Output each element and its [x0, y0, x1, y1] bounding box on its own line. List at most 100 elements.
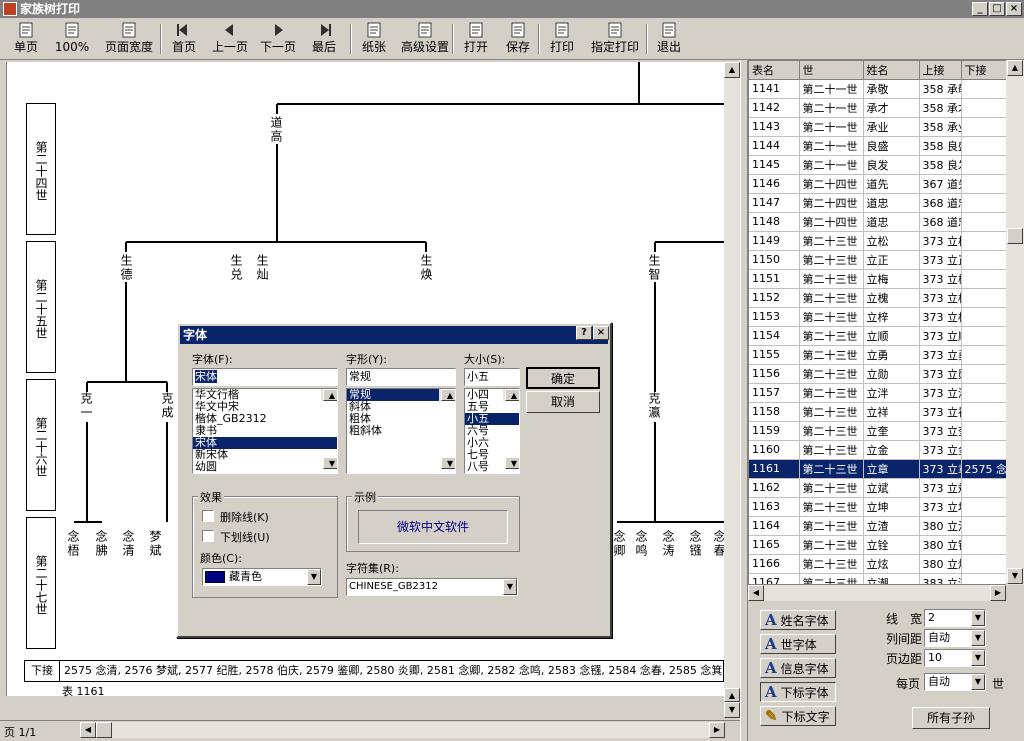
scroll-right-icon[interactable]: ▶ — [709, 722, 725, 738]
table-cell[interactable]: 立梅 — [863, 269, 920, 289]
table-cell[interactable]: 立勇 — [863, 345, 920, 365]
table-cell[interactable]: 立勋 — [863, 364, 920, 384]
table-cell[interactable]: 1145 — [749, 155, 800, 175]
table-row[interactable]: 1145第二十一世良发358 良发 — [749, 155, 1008, 175]
table-cell[interactable]: 1163 — [749, 497, 800, 517]
table-cell[interactable] — [961, 497, 1008, 517]
tree-node[interactable]: 念涛 — [661, 530, 675, 558]
table-cell[interactable] — [961, 478, 1008, 498]
scroll-thumb[interactable] — [1007, 228, 1023, 244]
table-row[interactable]: 1142第二十一世承才358 承才 — [749, 98, 1008, 118]
table-row[interactable]: 1150第二十三世立正373 立正 — [749, 250, 1008, 270]
table-row[interactable]: 1144第二十一世良盛358 良盛 — [749, 136, 1008, 156]
scroll-up-icon[interactable]: ▲ — [724, 688, 740, 702]
table-cell[interactable]: 358 承敬 — [919, 79, 962, 99]
name-font-button[interactable]: A 姓名字体 — [760, 610, 836, 630]
table-cell[interactable]: 1152 — [749, 288, 800, 308]
column-header[interactable]: 世 — [799, 61, 864, 80]
table-row[interactable]: 1143第二十一世承业358 承业 — [749, 117, 1008, 137]
table-cell[interactable]: 1156 — [749, 364, 800, 384]
table-cell[interactable] — [961, 516, 1008, 536]
table-cell[interactable] — [961, 269, 1008, 289]
table-cell[interactable]: 道忠 — [863, 212, 920, 232]
table-cell[interactable]: 立章 — [863, 459, 920, 479]
toolbar-button-11[interactable]: 打印 — [544, 22, 580, 58]
table-cell[interactable]: 立渣 — [863, 516, 920, 536]
table-cell[interactable]: 373 立松 — [919, 231, 962, 251]
close-button[interactable]: × — [1006, 2, 1022, 16]
grid-vertical-scrollbar[interactable]: ▲ ▼ — [1006, 60, 1024, 585]
table-row[interactable]: 1154第二十三世立顺373 立顺 — [749, 326, 1008, 346]
table-cell[interactable]: 373 立斌 — [919, 478, 962, 498]
toolbar-button-4[interactable]: 上一页 — [208, 22, 252, 58]
table-cell[interactable] — [961, 250, 1008, 270]
toolbar-button-8[interactable]: 高级设置 — [396, 22, 454, 58]
table-cell[interactable]: 第二十三世 — [799, 554, 864, 574]
subscript-text-button[interactable]: ✎ 下标文字 — [760, 706, 836, 726]
table-cell[interactable]: 第二十四世 — [799, 193, 864, 213]
table-cell[interactable]: 良盛 — [863, 136, 920, 156]
grid-horizontal-scrollbar[interactable]: ◀ ▶ — [748, 585, 1006, 601]
table-cell[interactable]: 第二十三世 — [799, 535, 864, 555]
scroll-left-icon[interactable]: ◀ — [80, 722, 96, 738]
preview-horizontal-scrollbar[interactable]: ◀ ▶ — [80, 722, 725, 738]
charset-select[interactable]: CHINESE_GB2312 ▼ — [346, 578, 518, 596]
font-list[interactable]: 华文行楷 华文中宋 楷体_GB2312 隶书 宋体 新宋体 幼圆 ▲ ▼ — [192, 388, 338, 474]
table-cell[interactable]: 第二十四世 — [799, 212, 864, 232]
table-cell[interactable]: 第二十一世 — [799, 117, 864, 137]
table-row[interactable]: 1141第二十一世承敬358 承敬 — [749, 79, 1008, 99]
style-list[interactable]: 常规 斜体 粗体 粗斜体 ▲ ▼ — [346, 388, 456, 474]
table-row[interactable]: 1166第二十三世立炫380 立炫 — [749, 554, 1008, 574]
table-cell[interactable]: 立斌 — [863, 478, 920, 498]
table-cell[interactable]: 良发 — [863, 155, 920, 175]
table-cell[interactable] — [961, 364, 1008, 384]
style-input[interactable]: 常规 — [346, 368, 456, 386]
table-cell[interactable]: 1150 — [749, 250, 800, 270]
table-row[interactable]: 1155第二十三世立勇373 立勇 — [749, 345, 1008, 365]
table-cell[interactable]: 第二十三世 — [799, 497, 864, 517]
table-cell[interactable] — [961, 231, 1008, 251]
info-font-button[interactable]: A 信息字体 — [760, 658, 836, 678]
table-cell[interactable]: 373 立奎 — [919, 421, 962, 441]
table-cell[interactable]: 第二十三世 — [799, 440, 864, 460]
toolbar-button-1[interactable]: 100% — [52, 22, 92, 58]
list-scrollbar[interactable]: ▲ ▼ — [503, 389, 519, 469]
column-header[interactable]: 姓名 — [863, 61, 920, 80]
maximize-button[interactable]: □ — [989, 2, 1005, 16]
table-row[interactable]: 1160第二十三世立金373 立金 — [749, 440, 1008, 460]
tree-node[interactable]: 念鸣 — [634, 530, 648, 558]
table-cell[interactable] — [961, 136, 1008, 156]
table-cell[interactable]: 358 良盛 — [919, 136, 962, 156]
table-cell[interactable]: 立正 — [863, 250, 920, 270]
column-header[interactable]: 下接 — [961, 61, 1008, 80]
tree-node[interactable]: 念梧 — [66, 530, 80, 558]
tree-node[interactable]: 生焕 — [419, 254, 433, 282]
table-cell[interactable]: 第二十三世 — [799, 516, 864, 536]
size-input[interactable]: 小五 — [464, 368, 520, 386]
table-cell[interactable]: 承敬 — [863, 79, 920, 99]
table-cell[interactable] — [961, 383, 1008, 403]
toolbar-button-5[interactable]: 下一页 — [256, 22, 300, 58]
table-cell[interactable]: 1167 — [749, 573, 800, 584]
table-cell[interactable]: 立祥 — [863, 402, 920, 422]
table-row[interactable]: 1156第二十三世立勋373 立勋 — [749, 364, 1008, 384]
tree-node[interactable]: 生灿 — [255, 254, 269, 282]
table-cell[interactable]: 立奎 — [863, 421, 920, 441]
table-cell[interactable]: 第二十一世 — [799, 155, 864, 175]
table-cell[interactable]: 368 道忠 — [919, 193, 962, 213]
table-cell[interactable] — [961, 402, 1008, 422]
table-cell[interactable]: 1141 — [749, 79, 800, 99]
table-cell[interactable]: 1158 — [749, 402, 800, 422]
margin-select[interactable]: 10 ▼ — [924, 649, 986, 667]
tree-node[interactable]: 道高 — [269, 116, 283, 144]
table-row[interactable]: 1162第二十三世立斌373 立斌 — [749, 478, 1008, 498]
table-cell[interactable]: 1162 — [749, 478, 800, 498]
table-cell[interactable]: 1155 — [749, 345, 800, 365]
table-row[interactable]: 1167第二十三世立潮383 立潮 — [749, 573, 1008, 584]
generation-font-button[interactable]: A 世字体 — [760, 634, 836, 654]
toolbar-button-2[interactable]: 页面宽度 — [98, 22, 160, 58]
size-list[interactable]: 小四 五号 小五 六号 小六 七号 八号 ▲ ▼ — [464, 388, 520, 474]
toolbar-button-0[interactable]: 单页 — [6, 22, 46, 58]
table-cell[interactable] — [961, 326, 1008, 346]
table-cell[interactable]: 第二十三世 — [799, 231, 864, 251]
